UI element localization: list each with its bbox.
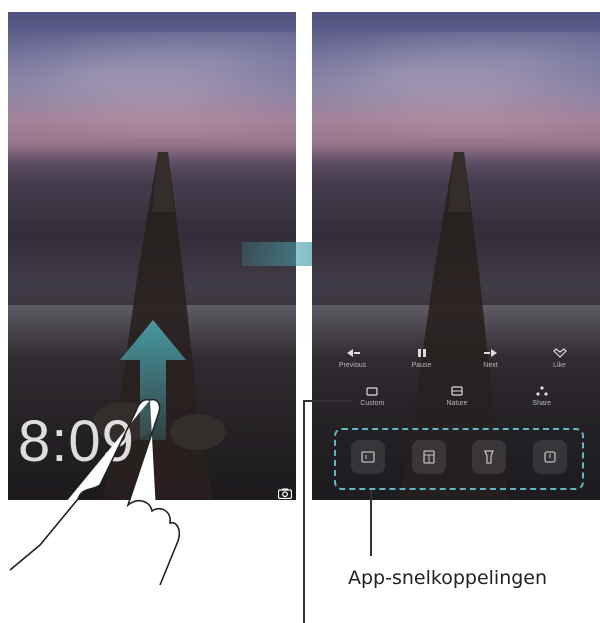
controls-callout-tick	[303, 400, 351, 402]
share-button[interactable]: Share	[512, 386, 572, 407]
shortcut-callout-line	[370, 490, 372, 556]
previous-label: Previous	[338, 362, 367, 369]
camera-icon[interactable]	[278, 488, 292, 499]
media-controls-row: Previous Pause Next Like	[318, 348, 594, 369]
share-icon	[536, 386, 548, 396]
like-button[interactable]: Like	[530, 348, 590, 369]
custom-icon	[366, 387, 378, 396]
like-label: Like	[553, 362, 566, 369]
pause-label: Pause	[411, 362, 432, 369]
app-shortcuts-highlight	[334, 428, 584, 490]
heart-icon	[552, 348, 567, 358]
hand-gesture-icon	[9, 398, 180, 586]
nature-button[interactable]: Nature	[427, 386, 487, 407]
custom-label: Custom	[360, 400, 385, 407]
next-button[interactable]: Next	[461, 348, 521, 369]
pause-icon	[417, 349, 426, 357]
lock-screen-right	[312, 12, 600, 500]
pause-button[interactable]: Pause	[392, 348, 452, 369]
share-label: Share	[532, 400, 551, 407]
next-label: Next	[483, 362, 498, 369]
nature-icon	[451, 386, 463, 396]
next-icon	[483, 349, 497, 357]
previous-button[interactable]: Previous	[323, 348, 383, 369]
previous-icon	[346, 349, 360, 357]
app-shortcuts-caption: App-snelkoppelingen	[348, 567, 548, 589]
magazine-options-row: Custom Nature Share	[330, 386, 584, 407]
nature-label: Nature	[446, 400, 468, 407]
controls-callout-line	[303, 400, 305, 623]
custom-button[interactable]: Custom	[342, 386, 402, 407]
